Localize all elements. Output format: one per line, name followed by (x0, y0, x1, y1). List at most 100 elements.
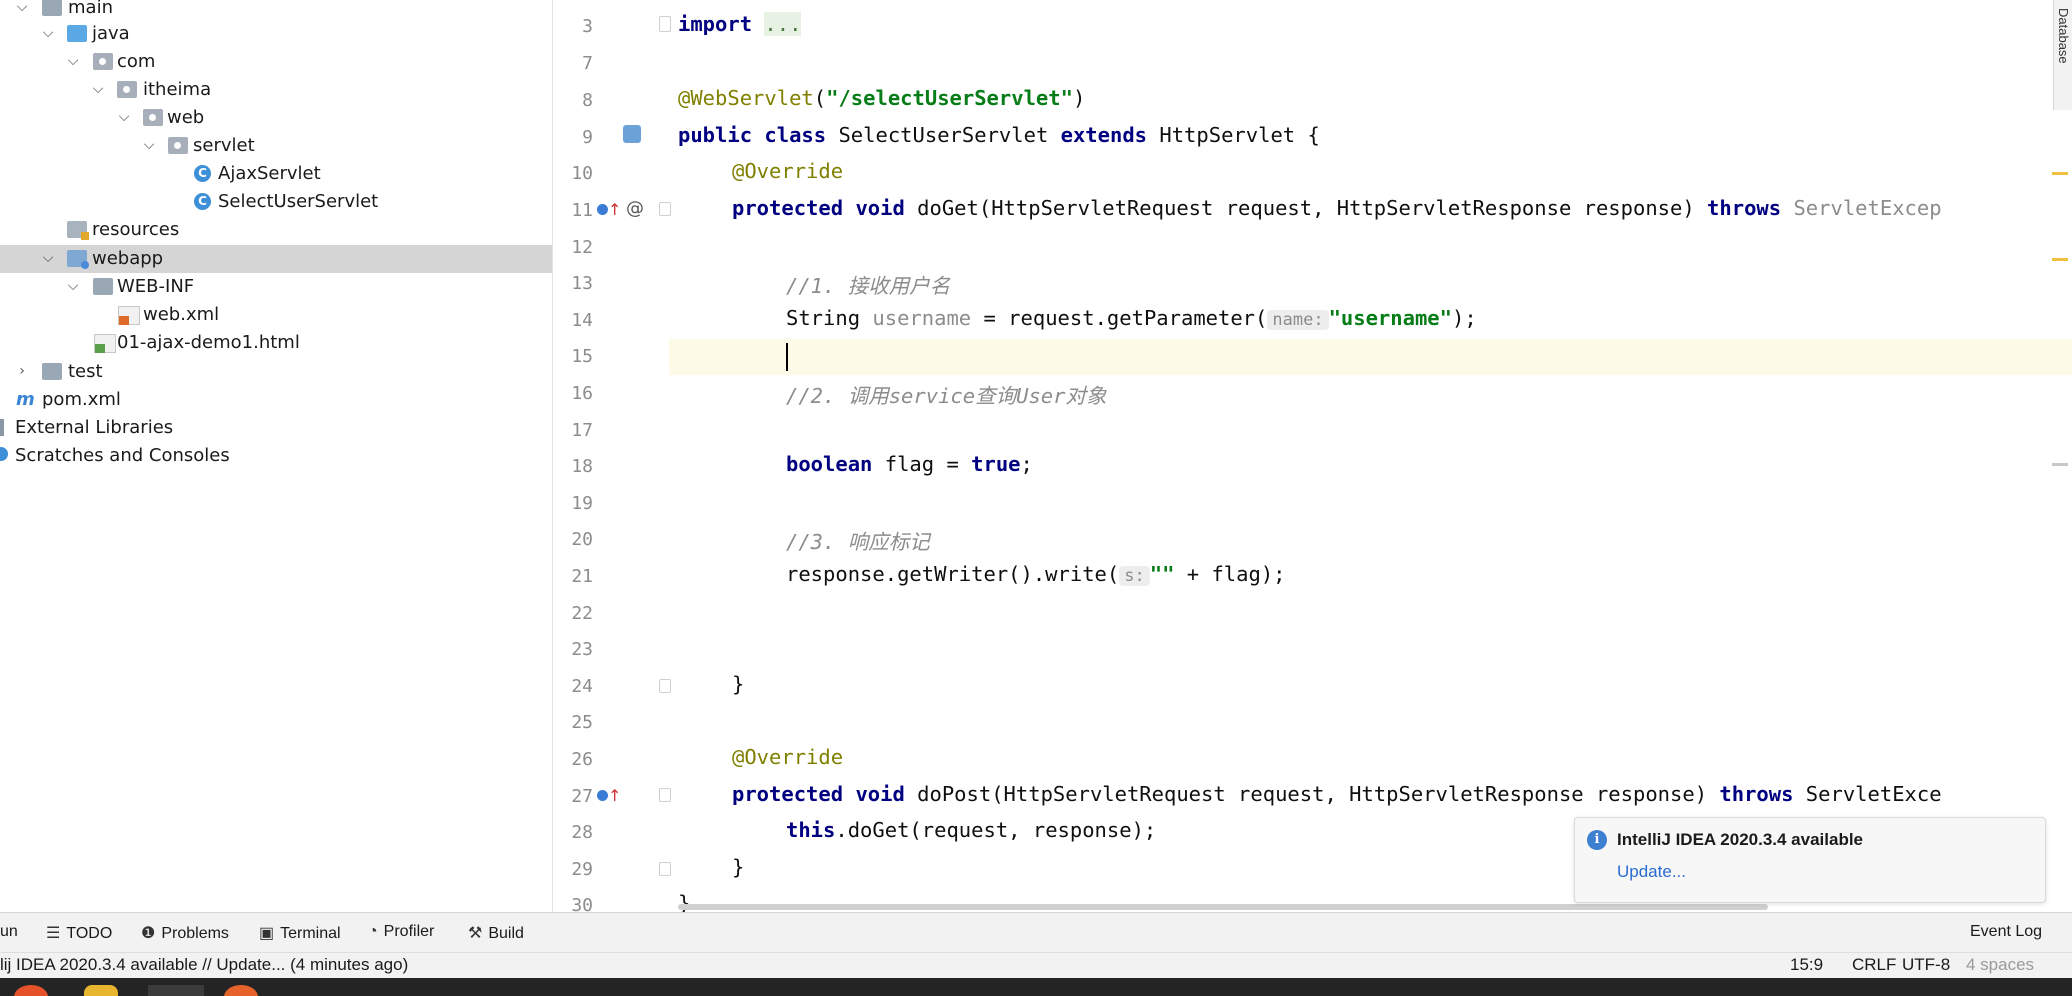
package-icon (143, 109, 163, 126)
tool-window-terminal[interactable]: ▣ Terminal (259, 923, 341, 943)
chevron-down-icon[interactable]: ⌵ (90, 80, 106, 98)
code-editor[interactable]: 3 7 8 9 10 11 12 13 14 15 16 17 18 19 20… (553, 0, 2072, 912)
tree-item-pom[interactable]: m pom.xml (0, 386, 552, 414)
tool-window-label: Event Log (1970, 923, 2043, 940)
annotation-at-icon[interactable]: @ (626, 198, 644, 219)
tree-item-servlet[interactable]: ⌵ servlet (0, 132, 552, 160)
indent-setting[interactable]: 4 spaces (1966, 955, 2034, 975)
chevron-down-icon[interactable]: ⌵ (40, 24, 56, 42)
tool-window-profiler[interactable]: ◔ Profiler (368, 923, 434, 941)
chevron-down-icon[interactable]: ⌵ (65, 52, 81, 70)
app-icon[interactable] (224, 985, 258, 996)
code-line-26[interactable]: @Override (732, 745, 843, 769)
horizontal-scrollbar[interactable] (678, 904, 1768, 910)
parameter-hint: s: (1119, 566, 1150, 586)
annotation: @WebServlet (678, 86, 814, 110)
override-icon[interactable]: ↑ (597, 200, 621, 219)
fold-icon[interactable] (659, 16, 671, 32)
browser-icon[interactable] (14, 985, 48, 996)
code-text: String (786, 306, 873, 330)
tool-window-event-log[interactable]: Event Log (1970, 923, 2042, 941)
keyword: public (678, 123, 753, 147)
file-explorer-icon[interactable] (84, 985, 118, 996)
tree-item-external-libraries[interactable]: External Libraries (0, 414, 552, 442)
code-line-29[interactable]: } (732, 855, 744, 879)
tree-item-resources[interactable]: resources (0, 216, 552, 244)
code-line-9[interactable]: public class SelectUserServlet extends H… (678, 123, 1320, 147)
tree-item-web-xml[interactable]: web.xml (0, 301, 552, 329)
tree-item-web[interactable]: ⌵ web (0, 104, 552, 132)
tool-window-build[interactable]: ⚒ Build (468, 923, 524, 943)
keyword: void (855, 196, 905, 220)
code-line-14[interactable]: String username = request.getParameter(n… (786, 306, 1477, 330)
keyword: throws (1707, 196, 1782, 220)
code-line-8[interactable]: @WebServlet("/selectUserServlet") (678, 86, 1085, 110)
tool-window-todo[interactable]: ☰ TODO (46, 923, 112, 943)
code-line-10[interactable]: @Override (732, 159, 843, 183)
update-notification[interactable]: i IntelliJ IDEA 2020.3.4 available Updat… (1574, 817, 2046, 903)
update-link[interactable]: Update... (1617, 862, 1686, 882)
warning-marker[interactable] (2052, 172, 2068, 175)
tree-item-html[interactable]: 01-ajax-demo1.html (0, 329, 552, 357)
tool-window-label: TODO (66, 925, 113, 942)
tool-window-problems[interactable]: ❶ Problems (141, 923, 229, 943)
tree-item-ajaxservlet[interactable]: C AjaxServlet (0, 160, 552, 188)
parameter-hint: name: (1267, 310, 1329, 330)
fold-icon[interactable] (659, 862, 671, 876)
tree-item-selectuserservlet[interactable]: C SelectUserServlet (0, 188, 552, 216)
problems-icon: ❶ (141, 925, 156, 942)
tree-item-label: main (68, 0, 113, 18)
warning-marker[interactable] (2052, 258, 2068, 261)
tree-item-webapp[interactable]: ⌵ webapp (0, 245, 552, 273)
code-line-28[interactable]: this.doGet(request, response); (786, 818, 1156, 842)
code-line-21[interactable]: response.getWriter().write(s: "" + flag); (786, 562, 1286, 586)
chevron-down-icon[interactable]: ⌵ (65, 277, 81, 295)
code-line-20[interactable]: //3. 响应标记 (786, 525, 930, 555)
chevron-down-icon[interactable]: ⌵ (116, 108, 132, 126)
fold-icon[interactable] (659, 202, 671, 216)
override-icon[interactable]: ↑ (597, 786, 621, 805)
code-line-27[interactable]: protected void doPost(HttpServletRequest… (732, 782, 1942, 806)
tree-item-test[interactable]: › test (0, 358, 552, 386)
chevron-down-icon[interactable]: ⌵ (40, 249, 56, 267)
code-line-18[interactable]: boolean flag = true; (786, 452, 1033, 476)
tree-item-main[interactable]: ⌵ main (0, 0, 552, 22)
folded-imports[interactable]: ... (764, 12, 802, 36)
keyword: this (786, 818, 836, 842)
code-line-16[interactable]: //2. 调用service查询User对象 (786, 379, 1106, 409)
line-number: 24 (571, 676, 593, 697)
fold-icon[interactable] (659, 679, 671, 693)
line-number: 10 (571, 163, 593, 184)
code-line-24[interactable]: } (732, 672, 744, 696)
fold-icon[interactable] (659, 788, 671, 802)
tree-item-com[interactable]: ⌵ com (0, 48, 552, 76)
code-line-11[interactable]: protected void doGet(HttpServletRequest … (732, 196, 1942, 220)
caret-position[interactable]: 15:9 (1790, 955, 1823, 975)
package-icon (93, 53, 113, 70)
chevron-right-icon[interactable]: › (14, 362, 30, 380)
line-separator[interactable]: CRLF (1852, 955, 1896, 975)
status-message[interactable]: lij IDEA 2020.3.4 available // Update...… (0, 955, 408, 975)
intellij-taskbar-icon[interactable] (148, 985, 204, 996)
line-number: 25 (571, 712, 593, 733)
code-text: .doGet(request, response); (835, 818, 1157, 842)
web-folder-icon (67, 250, 89, 269)
database-side-tab[interactable]: Database (2053, 0, 2072, 110)
tool-window-run[interactable]: un (0, 923, 18, 941)
line-number: 20 (571, 529, 593, 550)
line-number: 26 (571, 749, 593, 770)
servlet-mapping-icon[interactable] (623, 125, 641, 143)
code-line-3[interactable]: import ... (678, 12, 802, 36)
tree-item-itheima[interactable]: ⌵ itheima (0, 76, 552, 104)
tree-item-web-inf[interactable]: ⌵ WEB-INF (0, 273, 552, 301)
chevron-down-icon[interactable]: ⌵ (141, 136, 157, 154)
code-line-13[interactable]: //1. 接收用户名 (786, 269, 950, 299)
info-marker[interactable] (2052, 463, 2068, 466)
tree-item-scratches[interactable]: Scratches and Consoles (0, 442, 552, 470)
tree-item-java[interactable]: ⌵ java (0, 20, 552, 48)
code-text: ); (1451, 306, 1477, 330)
file-encoding[interactable]: UTF-8 (1902, 955, 1950, 975)
chevron-down-icon[interactable]: ⌵ (14, 0, 30, 16)
tree-item-label: SelectUserServlet (218, 191, 379, 212)
tool-window-label: un (0, 923, 18, 940)
